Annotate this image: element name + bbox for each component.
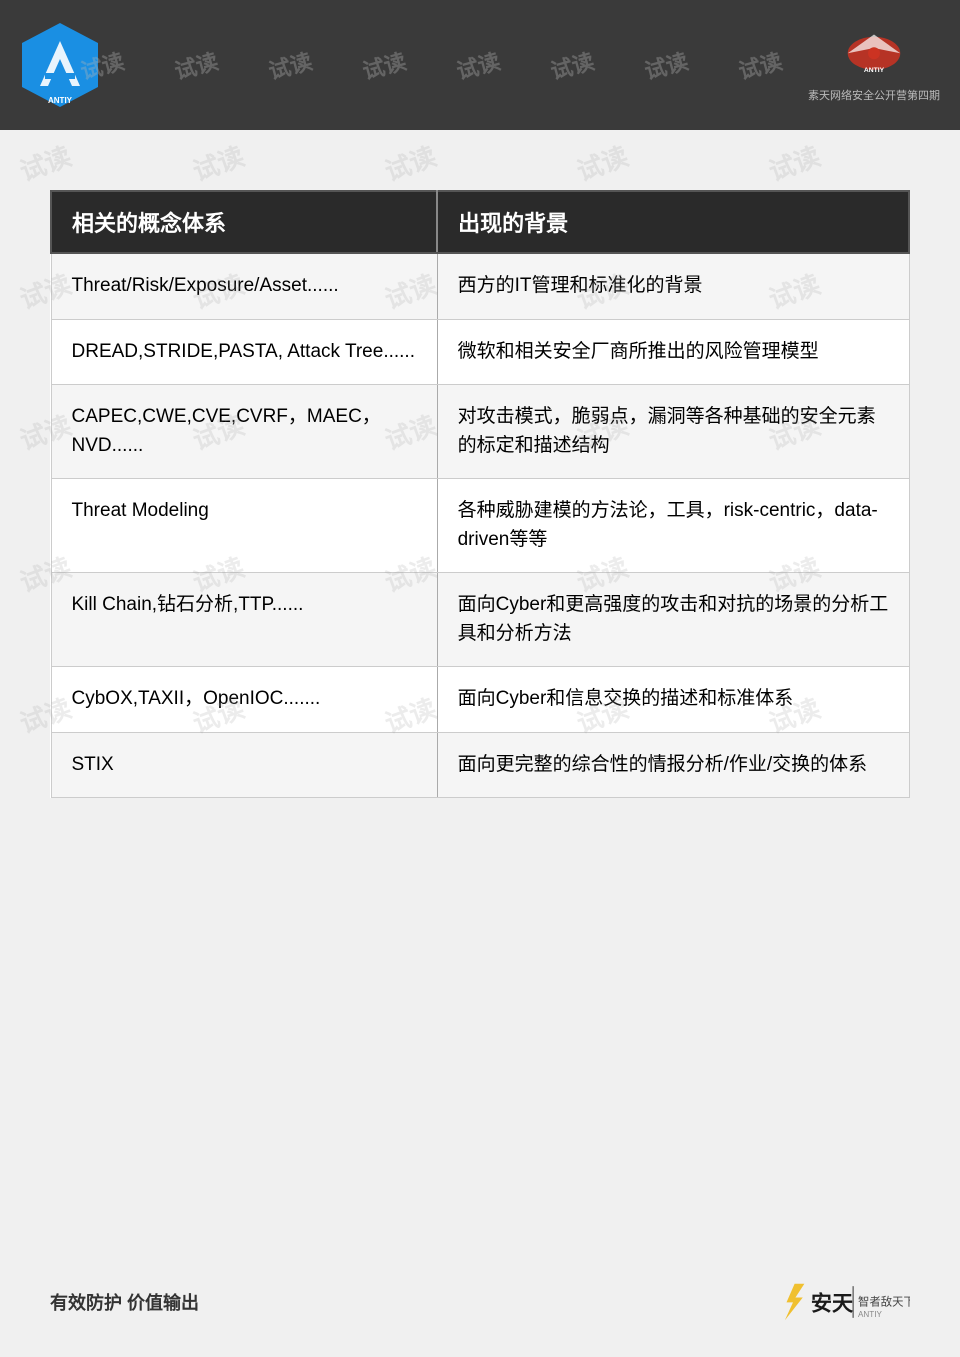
- main-wm-3: 试读: [379, 136, 441, 189]
- table-cell-left-2: CAPEC,CWE,CVE,CVRF，MAEC，NVD......: [51, 385, 437, 479]
- header-brand-sub: 素天网络安全公开营第四期: [808, 87, 940, 103]
- table-header-right: 出现的背景: [437, 191, 909, 253]
- main-wm-4: 试读: [571, 136, 633, 189]
- table-cell-left-4: Kill Chain,钻石分析,TTP......: [51, 573, 437, 667]
- table-row: CAPEC,CWE,CVE,CVRF，MAEC，NVD......对攻击模式，脆…: [51, 385, 909, 479]
- table-cell-right-2: 对攻击模式，脆弱点，漏洞等各种基础的安全元素的标定和描述结构: [437, 385, 909, 479]
- table-header-left: 相关的概念体系: [51, 191, 437, 253]
- svg-text:ANTIY: ANTIY: [858, 1310, 882, 1319]
- table-cell-left-0: Threat/Risk/Exposure/Asset......: [51, 253, 437, 319]
- header: ANTIY 试读 试读 试读 试读 试读 试读 试读 试读 ANTIY 素天网络…: [0, 0, 960, 130]
- footer-logo: 安天 智者敌天下 ANTIY: [780, 1277, 910, 1327]
- header-wm-3: 试读: [265, 44, 316, 86]
- footer: 有效防护 价值输出 安天 智者敌天下 ANTIY: [50, 1277, 910, 1327]
- header-wm-7: 试读: [641, 44, 692, 86]
- main-wm-1: 试读: [14, 136, 76, 189]
- header-wm-6: 试读: [547, 44, 598, 86]
- table-cell-right-0: 西方的IT管理和标准化的背景: [437, 253, 909, 319]
- header-wm-2: 试读: [171, 44, 222, 86]
- table-row: Threat/Risk/Exposure/Asset......西方的IT管理和…: [51, 253, 909, 319]
- table-row: DREAD,STRIDE,PASTA, Attack Tree......微软和…: [51, 319, 909, 385]
- table-cell-right-4: 面向Cyber和更高强度的攻击和对抗的场景的分析工具和分析方法: [437, 573, 909, 667]
- logo-hexagon: ANTIY: [20, 21, 100, 109]
- svg-text:智者敌天下: 智者敌天下: [858, 1295, 910, 1309]
- table-row: STIX面向更完整的综合性的情报分析/作业/交换的体系: [51, 732, 909, 798]
- table-cell-left-5: CybOX,TAXII，OpenIOC.......: [51, 667, 437, 733]
- svg-text:ANTIY: ANTIY: [48, 96, 73, 105]
- header-watermarks: 试读 试读 试读 试读 试读 试读 试读 试读: [80, 0, 800, 130]
- table-cell-right-6: 面向更完整的综合性的情报分析/作业/交换的体系: [437, 732, 909, 798]
- header-wm-4: 试读: [359, 44, 410, 86]
- table-cell-left-1: DREAD,STRIDE,PASTA, Attack Tree......: [51, 319, 437, 385]
- header-right-brand: ANTIY 素天网络安全公开营第四期: [808, 27, 940, 103]
- table-cell-left-3: Threat Modeling: [51, 479, 437, 573]
- table-row: CybOX,TAXII，OpenIOC.......面向Cyber和信息交换的描…: [51, 667, 909, 733]
- table-row: Threat Modeling各种威胁建模的方法论，工具，risk-centri…: [51, 479, 909, 573]
- logo-area: ANTIY: [20, 21, 100, 109]
- table-header-row: 相关的概念体系 出现的背景: [51, 191, 909, 253]
- table-cell-right-1: 微软和相关安全厂商所推出的风险管理模型: [437, 319, 909, 385]
- table-row: Kill Chain,钻石分析,TTP......面向Cyber和更高强度的攻击…: [51, 573, 909, 667]
- svg-text:ANTIY: ANTIY: [864, 67, 885, 74]
- main-content: 试读 试读 试读 试读 试读 试读 试读 试读 试读 试读 试读 试读 试读 试…: [0, 130, 960, 838]
- header-wm-5: 试读: [453, 44, 504, 86]
- main-table: 相关的概念体系 出现的背景 Threat/Risk/Exposure/Asset…: [50, 190, 910, 798]
- table-cell-right-3: 各种威胁建模的方法论，工具，risk-centric，data-driven等等: [437, 479, 909, 573]
- footer-tagline: 有效防护 价值输出: [50, 1289, 199, 1315]
- table-cell-right-5: 面向Cyber和信息交换的描述和标准体系: [437, 667, 909, 733]
- svg-text:安天: 安天: [811, 1291, 854, 1316]
- header-wm-8: 试读: [735, 44, 786, 86]
- main-wm-2: 试读: [187, 136, 249, 189]
- table-cell-left-6: STIX: [51, 732, 437, 798]
- main-wm-5: 试读: [763, 136, 825, 189]
